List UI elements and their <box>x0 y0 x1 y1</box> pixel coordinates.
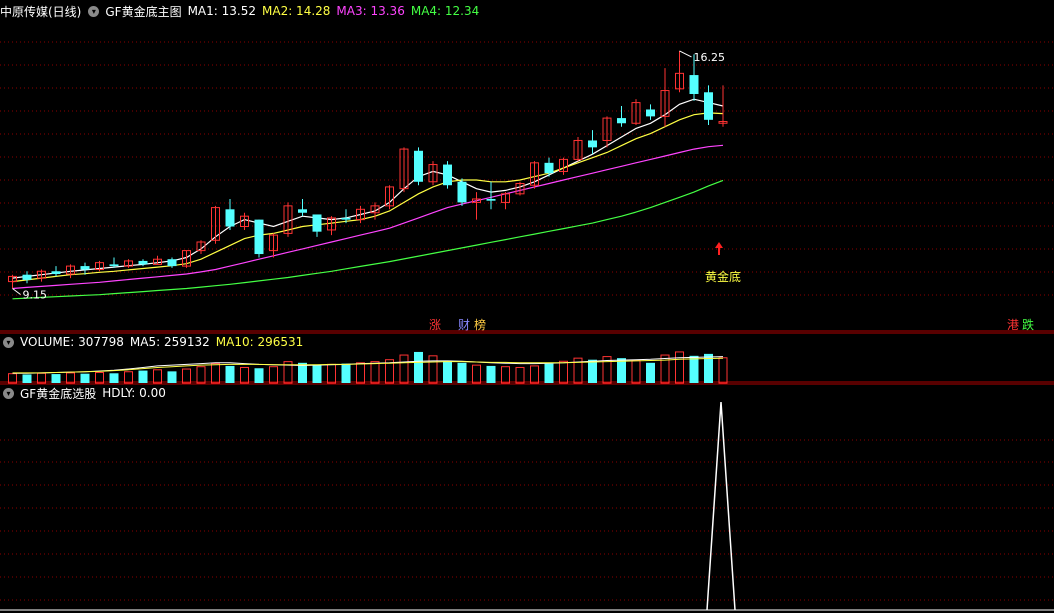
badge-zhang[interactable]: 涨 <box>428 318 442 332</box>
volume-bar <box>312 365 322 383</box>
candle-body <box>588 140 597 148</box>
candle-body <box>457 181 467 203</box>
indicator-name: GF黄金底主图 <box>105 4 182 19</box>
chevron-down-icon[interactable]: ▾ <box>88 5 100 17</box>
candle-body <box>341 217 351 220</box>
volume-bar <box>240 366 249 384</box>
volume-bar <box>559 360 568 384</box>
volume-bar <box>530 365 539 384</box>
volume-bar <box>414 351 423 383</box>
candle-body <box>544 162 554 174</box>
candle-body <box>414 150 423 182</box>
stock-title: 中原传媒(日线) <box>0 4 82 19</box>
vol-ma10-value: MA10: 296531 <box>215 335 304 349</box>
ma2-value: MA2: 14.28 <box>262 4 331 18</box>
volume-bar <box>428 355 438 384</box>
volume-bar <box>631 359 641 384</box>
volume-bar <box>167 371 177 383</box>
volume-bar <box>269 366 278 384</box>
ma4-value: MA4: 12.34 <box>410 4 480 18</box>
volume-bar <box>109 373 119 383</box>
candle-body <box>443 164 452 186</box>
volume-bar <box>254 368 264 383</box>
volume-panel-header: ▾ VOLUME: 307798 MA5: 259132 MA10: 29653… <box>0 333 309 351</box>
low-price-label: 9.15 <box>23 288 48 301</box>
vol-ma5-value: MA5: 259132 <box>129 335 210 349</box>
volume-bar <box>341 363 351 383</box>
volume-bar <box>617 358 626 383</box>
candle-body <box>22 274 32 280</box>
volume-bar <box>124 371 133 384</box>
volume-bar <box>588 359 597 383</box>
volume-bar <box>646 362 655 383</box>
candle-body <box>617 118 626 124</box>
volume-bar <box>501 366 510 384</box>
signal-label: 黄金底 <box>705 269 741 284</box>
candle-body <box>51 271 61 275</box>
volume-bar <box>718 357 728 384</box>
candle-body <box>704 92 713 120</box>
volume-bar <box>472 364 481 384</box>
volume-bar <box>153 369 162 384</box>
signal-value: HDLY: 0.00 <box>102 386 166 400</box>
candle-body <box>225 209 235 227</box>
candle-body <box>254 219 264 255</box>
badge-cai[interactable]: 财 <box>457 318 471 332</box>
chart-canvas[interactable]: 16.25 9.15 黄金底 <box>0 0 1054 613</box>
signal-arrow-icon <box>715 242 723 248</box>
volume-bar <box>211 363 220 384</box>
high-price-label: 16.25 <box>694 51 726 64</box>
volume-bar <box>515 366 525 384</box>
volume-bar <box>225 365 235 383</box>
high-pointer <box>679 50 692 58</box>
volume-bar <box>660 354 670 384</box>
low-pointer <box>12 288 21 295</box>
volume-bar <box>356 362 365 384</box>
chevron-down-icon[interactable]: ▾ <box>3 387 14 399</box>
ma3-value: MA3: 13.36 <box>336 4 405 18</box>
volume-bar <box>370 361 380 384</box>
candle-body <box>167 259 177 267</box>
badge-bang[interactable]: 榜 <box>473 318 487 332</box>
ma-line-ma1 <box>12 98 724 279</box>
candle-body <box>486 198 496 201</box>
candle-body <box>646 109 655 117</box>
volume-bar <box>95 372 104 384</box>
volume-value: VOLUME: 307798 <box>20 335 124 349</box>
volume-bar <box>80 373 90 383</box>
volume-bar <box>399 354 409 384</box>
signal-spike <box>706 401 736 611</box>
volume-bar <box>51 374 61 383</box>
volume-bar <box>327 363 336 384</box>
ma-line-ma2 <box>12 112 724 283</box>
candle-body <box>312 214 322 232</box>
volume-bar <box>689 355 699 383</box>
volume-bar <box>443 360 452 383</box>
volume-bar <box>675 351 684 384</box>
candle-body <box>109 264 119 267</box>
candle-body <box>80 266 90 270</box>
volume-bar <box>196 366 206 384</box>
volume-bar <box>457 362 467 383</box>
candle-body <box>689 75 699 94</box>
candle-body <box>298 209 307 213</box>
volume-bar <box>22 374 32 383</box>
badge-gang[interactable]: 港 <box>1006 318 1020 332</box>
volume-bar <box>138 370 148 383</box>
ma1-value: MA1: 13.52 <box>187 4 256 18</box>
candle-body <box>138 260 148 265</box>
badge-die[interactable]: 跌 <box>1021 318 1035 332</box>
ma-line-ma4 <box>12 179 724 300</box>
volume-bar <box>544 363 554 383</box>
chevron-down-icon[interactable]: ▾ <box>3 336 14 348</box>
volume-bar <box>66 372 75 384</box>
volume-bar <box>486 365 496 383</box>
main-panel-header: 中原传媒(日线) ▾ GF黄金底主图 MA1: 13.52 MA2: 14.28… <box>0 2 485 20</box>
signal-indicator-name: GF黄金底选股 <box>20 386 97 401</box>
signal-panel-header: ▾ GF黄金底选股 HDLY: 0.00 <box>0 384 172 402</box>
volume-bar <box>182 368 191 384</box>
